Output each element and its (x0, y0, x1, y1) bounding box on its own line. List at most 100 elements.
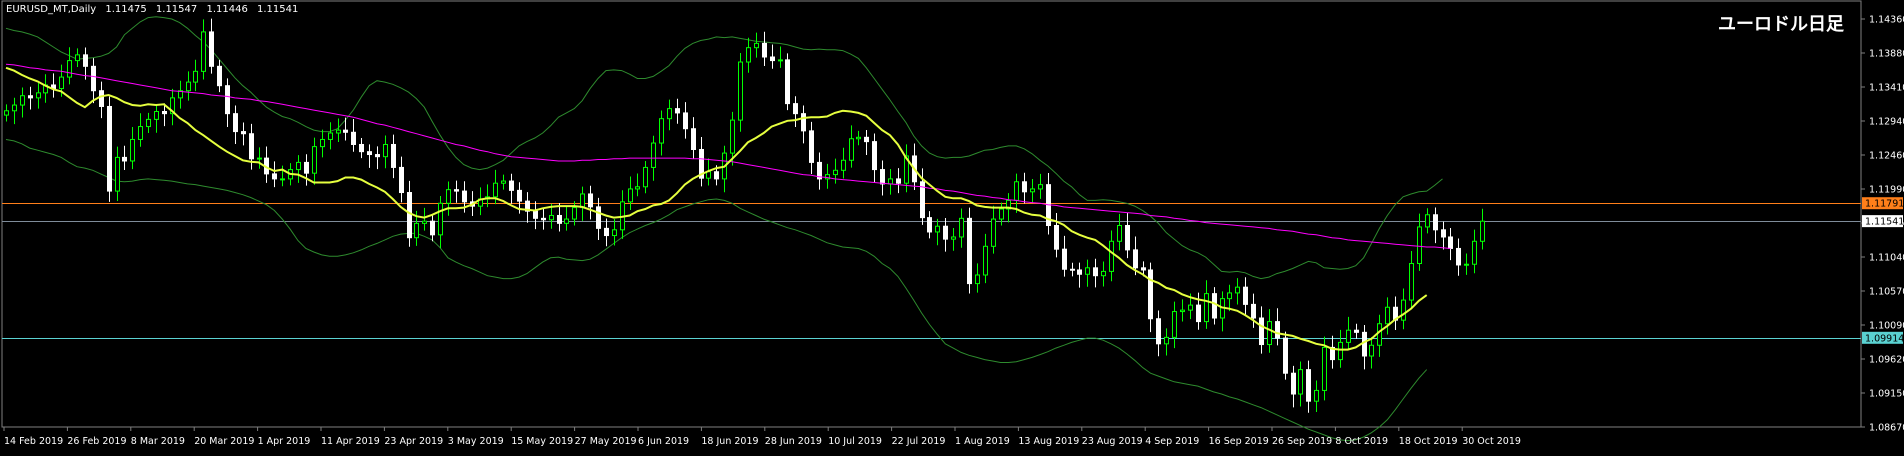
candle-body (1354, 329, 1359, 333)
candle-body (343, 129, 348, 133)
candle-body (872, 141, 877, 171)
candle-body (186, 81, 191, 92)
candle-body (1441, 229, 1446, 238)
x-tick-label: 11 Apr 2019 (321, 436, 380, 447)
candle-body (1346, 329, 1351, 343)
candle-body (888, 178, 893, 185)
candle-body (793, 103, 798, 115)
ohlc-close: 1.11541 (257, 4, 299, 15)
candle-body (12, 104, 17, 112)
candle-body (999, 208, 1004, 220)
candle-body (1306, 369, 1311, 402)
candle-body (1362, 331, 1367, 357)
candle-body (1085, 267, 1090, 275)
candle-body (1030, 188, 1035, 193)
candle-body (659, 118, 664, 144)
candle-body (549, 214, 554, 221)
candle-body (1156, 318, 1161, 345)
candle-body (927, 217, 932, 233)
y-tick-label: 1.10090 (1869, 321, 1904, 332)
candle-body (533, 210, 538, 219)
candle-body (430, 220, 435, 236)
y-tick-label: 1.13880 (1869, 49, 1904, 60)
candle-body (730, 119, 735, 154)
x-tick-label: 26 Sep 2019 (1272, 436, 1332, 447)
candle-body (130, 138, 135, 162)
candle-body (1196, 304, 1201, 323)
candle-body (1448, 236, 1453, 249)
candle-body (1172, 311, 1177, 338)
candle-body (509, 180, 514, 191)
candle-body (1180, 309, 1185, 313)
y-tick-label: 1.10570 (1869, 287, 1904, 298)
candle-body (1433, 214, 1438, 231)
x-tick-label: 3 May 2019 (448, 436, 504, 447)
candle-body (75, 54, 80, 62)
chart-header: EURUSD_MT,Daily 1.11475 1.11547 1.11446 … (6, 4, 304, 15)
candle-body (675, 108, 680, 114)
candle-body (422, 220, 427, 224)
x-tick-label: 23 Aug 2019 (1082, 436, 1143, 447)
candle-body (517, 189, 522, 202)
candle-body (399, 166, 404, 194)
candle-body (1369, 344, 1374, 357)
price-tag-label: 1.11541 (1865, 217, 1904, 228)
y-tick-label: 1.08670 (1869, 423, 1904, 434)
candle-body (1385, 306, 1390, 325)
candle-body (746, 47, 751, 63)
ohlc-low: 1.11446 (206, 4, 248, 15)
x-tick-label: 28 Jun 2019 (765, 436, 822, 447)
candle-body (272, 173, 277, 180)
candle-body (778, 59, 783, 62)
candle-body (691, 128, 696, 151)
candle-body (967, 217, 972, 285)
candle-body (1251, 303, 1256, 319)
candle-body (1425, 214, 1430, 228)
x-tick-label: 22 Jul 2019 (892, 436, 946, 447)
x-tick-label: 14 Feb 2019 (4, 436, 63, 447)
candle-body (99, 90, 104, 107)
price-tag-label: 1.09914 (1865, 333, 1904, 344)
candle-body (809, 130, 814, 163)
candle-body (122, 156, 127, 162)
x-tick-label: 26 Feb 2019 (67, 436, 126, 447)
candle-body (935, 225, 940, 233)
candle-body (1338, 341, 1343, 361)
candle-body (1267, 321, 1272, 346)
candle-body (1456, 247, 1461, 266)
candle-body (683, 112, 688, 130)
ohlc-open: 1.11475 (105, 4, 147, 15)
chart-svg: 1.14360 1.13880 1.13410 1.12940 1.12460 1.119… (1, 0, 1904, 447)
candle-body (604, 227, 609, 237)
plot-frame (1, 0, 1862, 428)
candle-body (1464, 263, 1469, 266)
x-tick-label: 10 Jul 2019 (828, 436, 882, 447)
candle-body (446, 189, 451, 204)
candle-body (612, 229, 617, 237)
candle-body (454, 189, 459, 192)
candle-body (1235, 286, 1240, 294)
x-tick-label: 30 Oct 2019 (1462, 436, 1521, 447)
candle-body (975, 274, 980, 285)
candle-body (1148, 269, 1153, 320)
candle-body (667, 108, 672, 120)
candle-body (138, 126, 143, 140)
y-tick-label: 1.11990 (1869, 185, 1904, 196)
price-chart[interactable]: 1.14360 1.13880 1.13410 1.12940 1.12460 1.119… (0, 0, 1904, 452)
x-tick-label: 13 Aug 2019 (1018, 436, 1079, 447)
y-tick-label: 1.14360 (1869, 15, 1904, 26)
candle-body (83, 54, 88, 67)
candle-body (36, 92, 41, 99)
candle-body (146, 118, 151, 128)
candle-body (1125, 225, 1130, 251)
candle-body (635, 186, 640, 190)
candle-body (1227, 292, 1232, 300)
candle-body (493, 182, 498, 198)
candle-body (864, 136, 869, 143)
candle-body (1298, 369, 1303, 395)
candle-body (1014, 181, 1019, 201)
candle-body (201, 31, 206, 72)
x-tick-label: 27 May 2019 (575, 436, 637, 447)
candle-body (225, 85, 230, 115)
candle-body (1117, 225, 1122, 242)
